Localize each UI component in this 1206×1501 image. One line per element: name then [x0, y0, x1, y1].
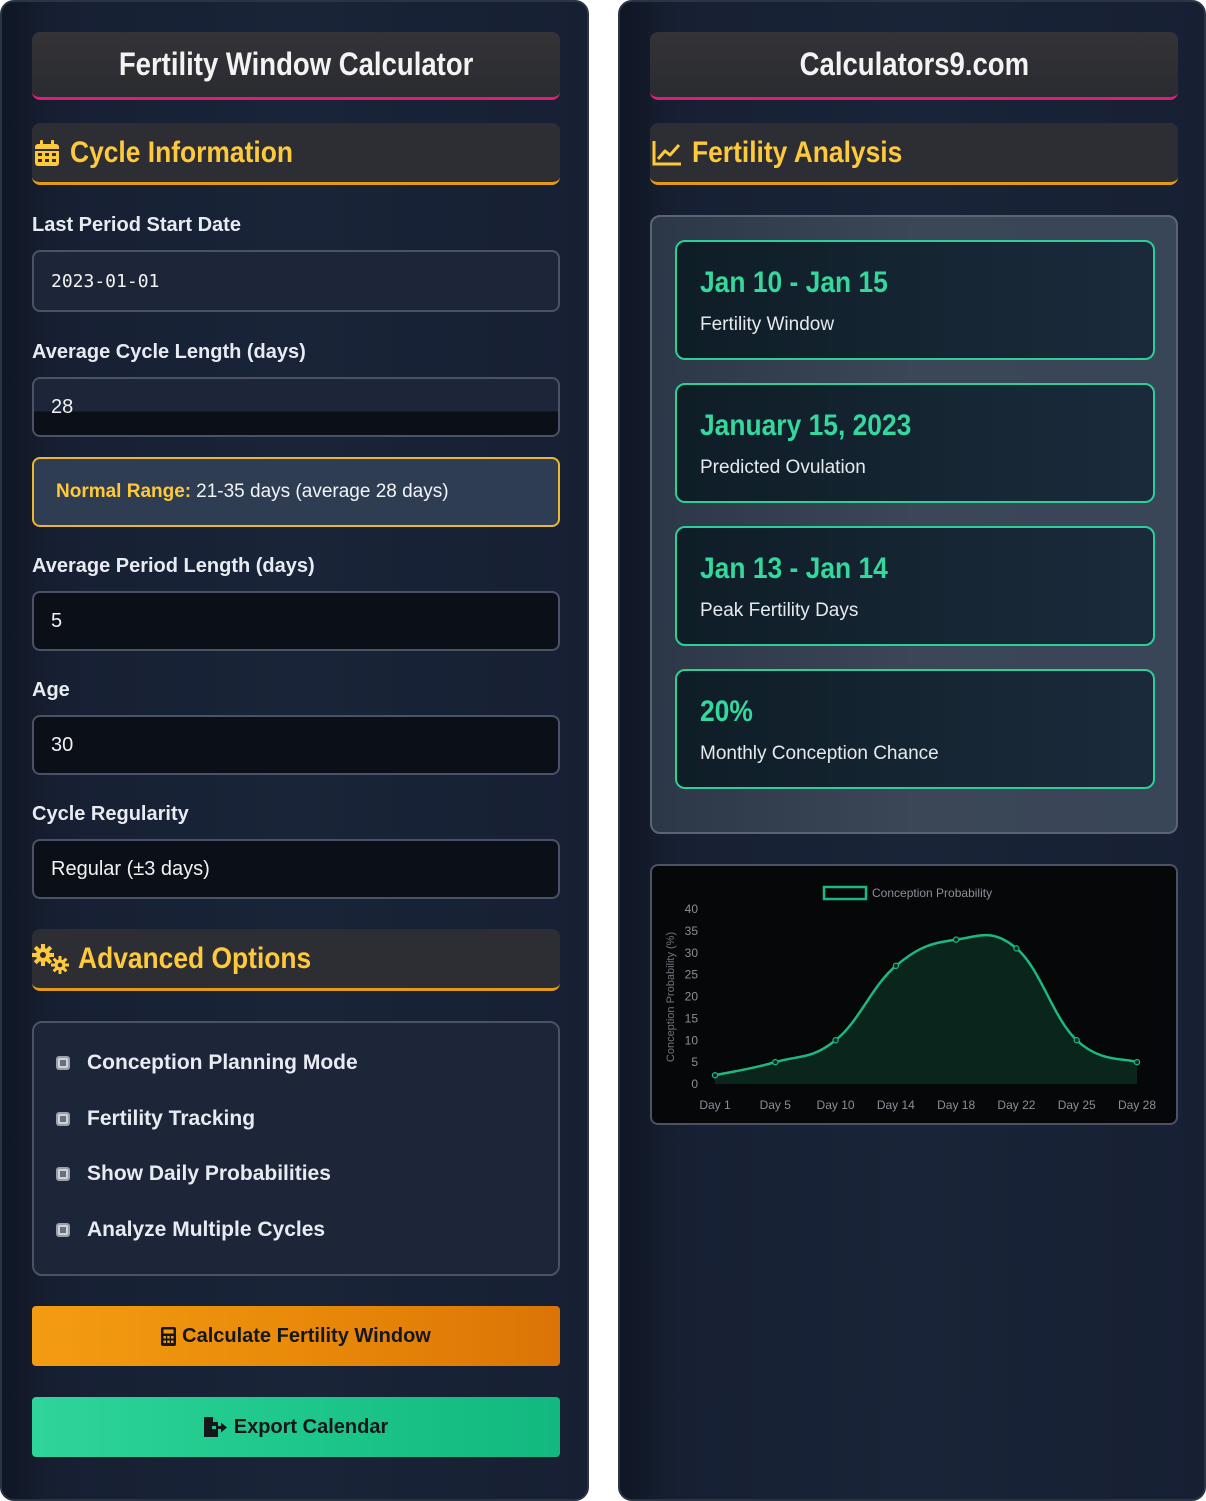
file-export-icon [203, 1417, 228, 1437]
data-point [1073, 1037, 1080, 1044]
option-label: Analyze Multiple Cycles [87, 1218, 326, 1241]
y-tick-label: 35 [685, 924, 699, 938]
x-tick-label: Day 28 [1118, 1098, 1156, 1112]
data-point [892, 962, 900, 970]
data-point [832, 1037, 839, 1044]
advanced-options-header: Advanced Options [32, 929, 560, 991]
option-fertility-tracking[interactable]: Fertility Tracking [56, 1107, 255, 1131]
result-card-fertility-window: Jan 10 - Jan 15 Fertility Window [675, 240, 1155, 360]
y-tick-label: 10 [685, 1033, 699, 1047]
result-card-conception-chance: 20% Monthly Conception Chance [675, 669, 1155, 789]
analysis-panel: Calculators9.com Fertility Analysis Jan … [618, 0, 1206, 1501]
normal-range-note: Normal Range: 21-35 days (average 28 day… [32, 457, 560, 527]
age-label: Age [32, 679, 70, 701]
cycle-length-label: Average Cycle Length (days) [32, 341, 306, 363]
checkbox[interactable] [56, 1112, 70, 1126]
x-tick-label: Day 5 [760, 1098, 792, 1112]
calculate-button-label: Calculate Fertility Window [182, 1324, 431, 1347]
results-container: Jan 10 - Jan 15 Fertility Window January… [650, 215, 1178, 834]
option-label: Fertility Tracking [87, 1107, 256, 1130]
calculator-title-bar: Fertility Window Calculator [32, 32, 560, 100]
calculator-icon [161, 1326, 177, 1346]
option-conception-planning[interactable]: Conception Planning Mode [56, 1051, 358, 1075]
export-calendar-button[interactable]: Export Calendar [32, 1397, 560, 1457]
cycle-information-header: Cycle Information [32, 123, 560, 185]
fertility-analysis-header: Fertility Analysis [650, 123, 1178, 185]
result-value: Jan 10 - Jan 15 [700, 266, 888, 299]
y-axis-label: Conception Probability (%) [665, 932, 677, 1062]
calendar-icon [32, 138, 62, 168]
period-length-input[interactable]: 5 [32, 591, 560, 651]
y-tick-label: 25 [685, 968, 699, 982]
y-tick-label: 5 [691, 1055, 698, 1069]
result-caption: Monthly Conception Chance [700, 743, 939, 764]
checkbox[interactable] [56, 1223, 70, 1237]
calculate-fertility-button[interactable]: Calculate Fertility Window [32, 1306, 560, 1366]
result-caption: Peak Fertility Days [700, 600, 859, 621]
option-daily-probabilities[interactable]: Show Daily Probabilities [56, 1162, 331, 1186]
cycle-length-input[interactable]: 28 [32, 377, 560, 437]
x-tick-label: Day 10 [817, 1098, 855, 1112]
fertility-analysis-title: Fertility Analysis [692, 135, 903, 169]
age-input[interactable]: 30 [32, 715, 560, 775]
x-tick-label: Day 1 [699, 1098, 731, 1112]
chart-line-icon [650, 138, 684, 168]
legend-label: Conception Probability [872, 886, 992, 900]
last-period-label: Last Period Start Date [32, 214, 241, 236]
period-length-label: Average Period Length (days) [32, 555, 315, 577]
checkbox[interactable] [56, 1167, 70, 1181]
normal-range-label: Normal Range: [56, 481, 192, 502]
site-title-bar: Calculators9.com [650, 32, 1178, 100]
data-point [1133, 1058, 1141, 1066]
cycle-information-title: Cycle Information [70, 135, 293, 169]
data-point [711, 1072, 719, 1079]
cycle-regularity-select[interactable]: Regular (±3 days) [32, 839, 560, 899]
site-title: Calculators9.com [799, 46, 1029, 82]
result-card-peak-days: Jan 13 - Jan 14 Peak Fertility Days [675, 526, 1155, 646]
advanced-options-title: Advanced Options [78, 941, 312, 975]
advanced-options-list: Conception Planning Mode Fertility Track… [32, 1021, 560, 1276]
cycle-regularity-label: Cycle Regularity [32, 803, 189, 825]
calculator-panel: Fertility Window Calculator Cycle Inform… [0, 0, 589, 1501]
result-caption: Predicted Ovulation [700, 457, 866, 478]
result-caption: Fertility Window [700, 314, 835, 335]
legend-swatch [822, 885, 868, 901]
x-tick-label: Day 18 [937, 1098, 975, 1112]
chart-svg: 0 5 10 15 20 25 30 35 40 Day 1 Day 5 Day 10 Day 14 Da… [665, 885, 1156, 1112]
y-tick-label: 40 [685, 902, 699, 916]
result-value: 20% [700, 695, 753, 728]
x-tick-label: Day 14 [877, 1098, 915, 1112]
option-label: Conception Planning Mode [87, 1051, 358, 1074]
data-point [1013, 945, 1020, 952]
result-value: January 15, 2023 [700, 409, 912, 442]
data-point [952, 936, 960, 943]
last-period-date-input[interactable]: 2023-01-01 [32, 250, 560, 312]
conception-probability-chart: 0 5 10 15 20 25 30 35 40 Day 1 Day 5 Day 10 Day 14 Da… [650, 864, 1178, 1125]
x-tick-label: Day 22 [997, 1098, 1035, 1112]
option-multiple-cycles[interactable]: Analyze Multiple Cycles [56, 1218, 325, 1242]
gears-icon [32, 943, 70, 974]
y-tick-label: 15 [685, 1011, 699, 1025]
result-value: Jan 13 - Jan 14 [700, 552, 888, 585]
y-tick-label: 20 [685, 990, 699, 1004]
normal-range-text: 21-35 days (average 28 days) [196, 481, 449, 502]
export-button-label: Export Calendar [233, 1415, 389, 1438]
y-tick-label: 30 [685, 946, 699, 960]
option-label: Show Daily Probabilities [87, 1162, 331, 1185]
y-tick-label: 0 [691, 1077, 698, 1091]
result-card-ovulation: January 15, 2023 Predicted Ovulation [675, 383, 1155, 503]
checkbox[interactable] [56, 1056, 70, 1070]
x-tick-label: Day 25 [1058, 1098, 1096, 1112]
calculator-title: Fertility Window Calculator [118, 46, 474, 82]
data-point [772, 1058, 779, 1066]
